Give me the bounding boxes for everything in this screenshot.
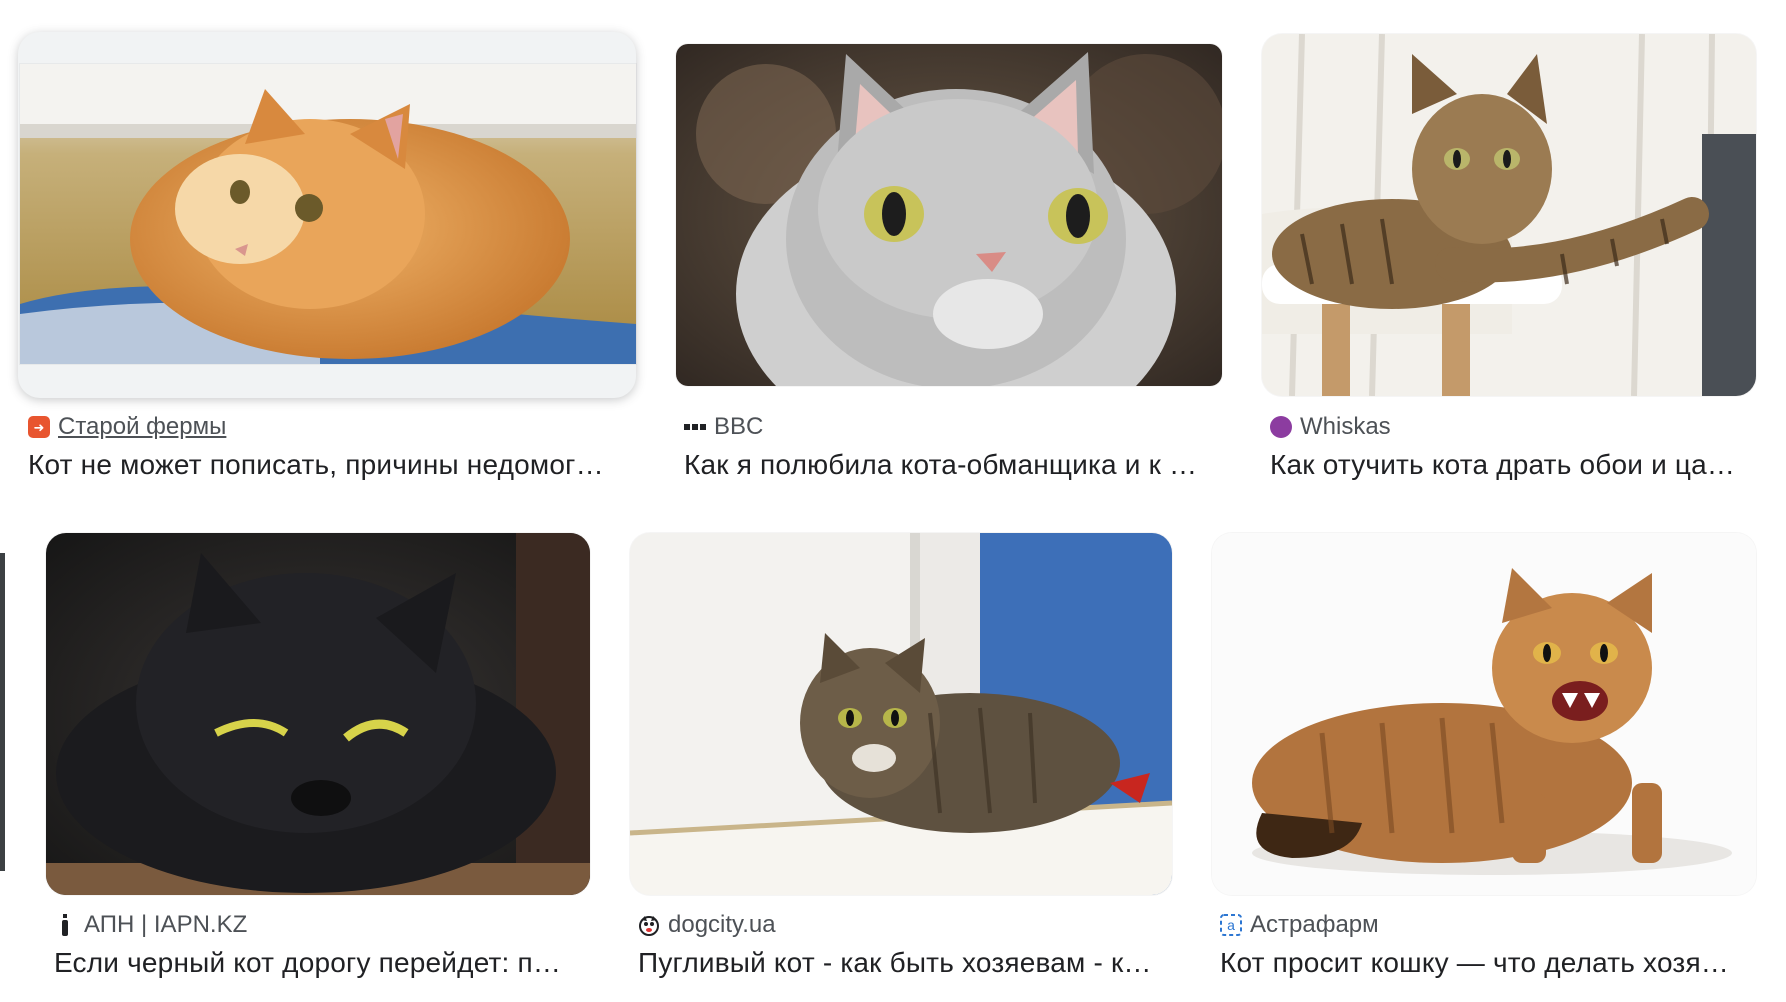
cat-thumbnail-ginger[interactable] <box>20 64 636 364</box>
source-name[interactable]: Астрафарм <box>1250 911 1379 939</box>
source-name[interactable]: BBC <box>714 413 763 441</box>
result-title[interactable]: Как отучить кота драть обои и ца… <box>1270 449 1760 481</box>
result-source[interactable]: ➜ Старой фермы <box>28 413 226 441</box>
result-title[interactable]: Пугливый кот - как быть хозяевам - к… <box>638 947 1178 979</box>
result-source[interactable]: АПН | IAPN.KZ <box>54 911 247 939</box>
result-source[interactable]: Whiskas <box>1270 413 1391 441</box>
cat-thumbnail-tabby-scratching[interactable] <box>1262 34 1756 396</box>
source-name[interactable]: АПН | IAPN.KZ <box>84 911 247 939</box>
result-title[interactable]: Кот просит кошку — что делать хозя… <box>1220 947 1760 979</box>
scroll-edge-indicator <box>0 553 5 871</box>
dogcity-icon <box>638 914 660 936</box>
cat-thumbnail-scared-tabby[interactable] <box>630 533 1172 895</box>
whiskas-icon <box>1270 416 1292 438</box>
bbc-icon <box>684 416 706 438</box>
result-title[interactable]: Как я полюбила кота-обманщика и к … <box>684 449 1214 481</box>
result-source[interactable]: BBC <box>684 413 763 441</box>
source-name[interactable]: Whiskas <box>1300 413 1391 441</box>
result-source[interactable]: dogcity.ua <box>638 911 776 939</box>
cat-thumbnail-silver[interactable] <box>676 44 1222 386</box>
result-source[interactable]: a Астрафарм <box>1220 911 1379 939</box>
cat-thumbnail-black[interactable] <box>46 533 590 895</box>
iapn-icon <box>54 914 76 936</box>
astrafarm-icon: a <box>1220 914 1242 936</box>
result-title[interactable]: Если черный кот дорогу перейдет: п… <box>54 947 594 979</box>
cat-thumbnail-hissing-ginger[interactable] <box>1212 533 1756 895</box>
svg-text:a: a <box>1227 917 1235 933</box>
source-name[interactable]: dogcity.ua <box>668 911 776 939</box>
result-title[interactable]: Кот не может пописать, причины недомог… <box>28 449 628 481</box>
source-name-link[interactable]: Старой фермы <box>58 413 226 441</box>
farm-icon: ➜ <box>28 416 50 438</box>
